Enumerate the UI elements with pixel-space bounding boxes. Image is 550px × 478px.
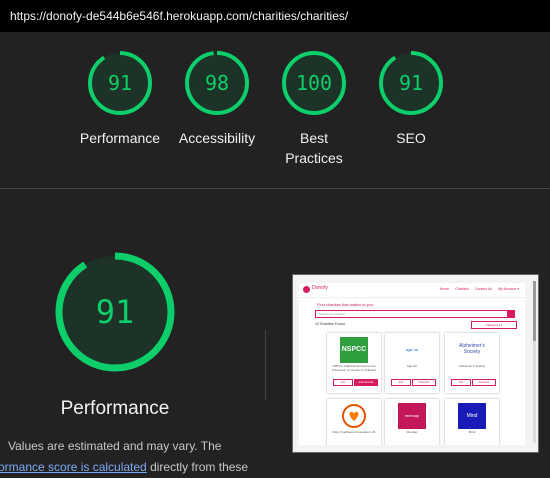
charity-logo: age uk (405, 347, 418, 352)
charity-name: Age UK (406, 364, 418, 368)
note-line: Values are estimated and may vary. The (8, 439, 222, 453)
performance-title: Performance (60, 398, 170, 419)
charity-name: Mencap (406, 430, 418, 434)
thumb-charity-card: mencap Mencap (385, 399, 439, 445)
thumb-search-placeholder: Search for charities (319, 311, 345, 316)
gauge-label: Accessibility (178, 130, 256, 146)
note-tail: directly from these (146, 460, 249, 474)
charity-name: Alzheimer's Society (458, 364, 486, 368)
heart-logo-icon (342, 404, 366, 428)
thumb-results-count: 10 Charities Found (315, 322, 345, 326)
thumb-search: Search for charities (315, 310, 515, 318)
charity-logo: Mind (458, 403, 486, 429)
url-text: https://donofy-de544b6e546f.herokuapp.co… (10, 9, 349, 23)
charity-logo: NSPCC (340, 337, 368, 363)
performance-gauge-large: 91 (40, 250, 190, 374)
thumb-nav-link: Home (439, 287, 450, 291)
thumb-charity-card: NSPCC NSPCC (National Society for the Pr… (327, 333, 381, 393)
thumb-nav-links: Home Charities Contact Us My Account ▾ (435, 287, 519, 291)
thumb-nav-link: My Account ▾ (498, 287, 519, 291)
favourite-button: Favourite (412, 379, 436, 386)
charity-name: Mary Overhaven Foundation UK (332, 430, 376, 434)
charity-name: NSPCC (National Society for the Preventi… (331, 364, 377, 372)
gauge-score: 91 (398, 71, 424, 95)
gauge-accessibility[interactable]: 98 Accessibility (167, 50, 267, 148)
charity-logo (340, 403, 368, 429)
page-screenshot-thumbnail: Donofy Home Charities Contact Us My Acco… (292, 274, 539, 453)
charity-logo: Alzheimer's Society (459, 343, 485, 355)
thumb-charity-card: Mary Overhaven Foundation UK (327, 399, 381, 445)
thumb-charity-card: Alzheimer's Society Alzheimer's Society … (445, 333, 499, 393)
charity-name: Mind (468, 430, 476, 434)
score-calculated-link[interactable]: ormance score is calculated (0, 460, 147, 474)
gauge-label: Performance (79, 130, 161, 146)
url-bar: https://donofy-de544b6e546f.herokuapp.co… (0, 0, 550, 32)
gauge-label: SEO (396, 130, 426, 146)
gauge-seo[interactable]: 91 SEO (361, 50, 461, 148)
gauge-score: 100 (295, 71, 333, 95)
thumb-charity-card: Mind Mind (445, 399, 499, 445)
thumb-navbar: Donofy Home Charities Contact Us My Acco… (299, 283, 525, 298)
gauge-label: Best Practices (285, 130, 343, 166)
gauge-performance[interactable]: 91 Performance (70, 50, 170, 148)
info-button: Info (391, 379, 411, 386)
info-button: Info (333, 379, 353, 386)
search-icon (507, 310, 515, 318)
gauge-score: 98 (204, 71, 230, 95)
info-button: Info (451, 379, 471, 386)
charity-logo: mencap (398, 403, 426, 429)
gauge-best-practices[interactable]: 100 Best Practices (264, 50, 364, 168)
favourite-button: Favourite (472, 379, 496, 386)
thumb-category-select: Categories ▾ (471, 321, 517, 329)
thumb-brand: Donofy (312, 285, 328, 291)
heart-logo-icon (303, 286, 310, 293)
performance-note: Values are estimated and may vary. The o… (0, 436, 265, 478)
divider (265, 330, 266, 400)
thumb-nav-link: Contact Us (474, 287, 493, 291)
thumb-nav-link: Charities (455, 287, 469, 291)
thumb-heading: Find charities that matter to you. (317, 302, 375, 307)
thumb-charity-card: age uk Age UK Info Favourite (385, 333, 439, 393)
gauge-score: 91 (107, 71, 133, 95)
performance-score: 91 (95, 293, 135, 331)
thumb-scrollbar-thumb (533, 281, 536, 341)
favourite-button: Add favourite (354, 379, 378, 386)
score-gauges: 91 Performance 98 Accessibility 100 Best… (0, 32, 550, 189)
